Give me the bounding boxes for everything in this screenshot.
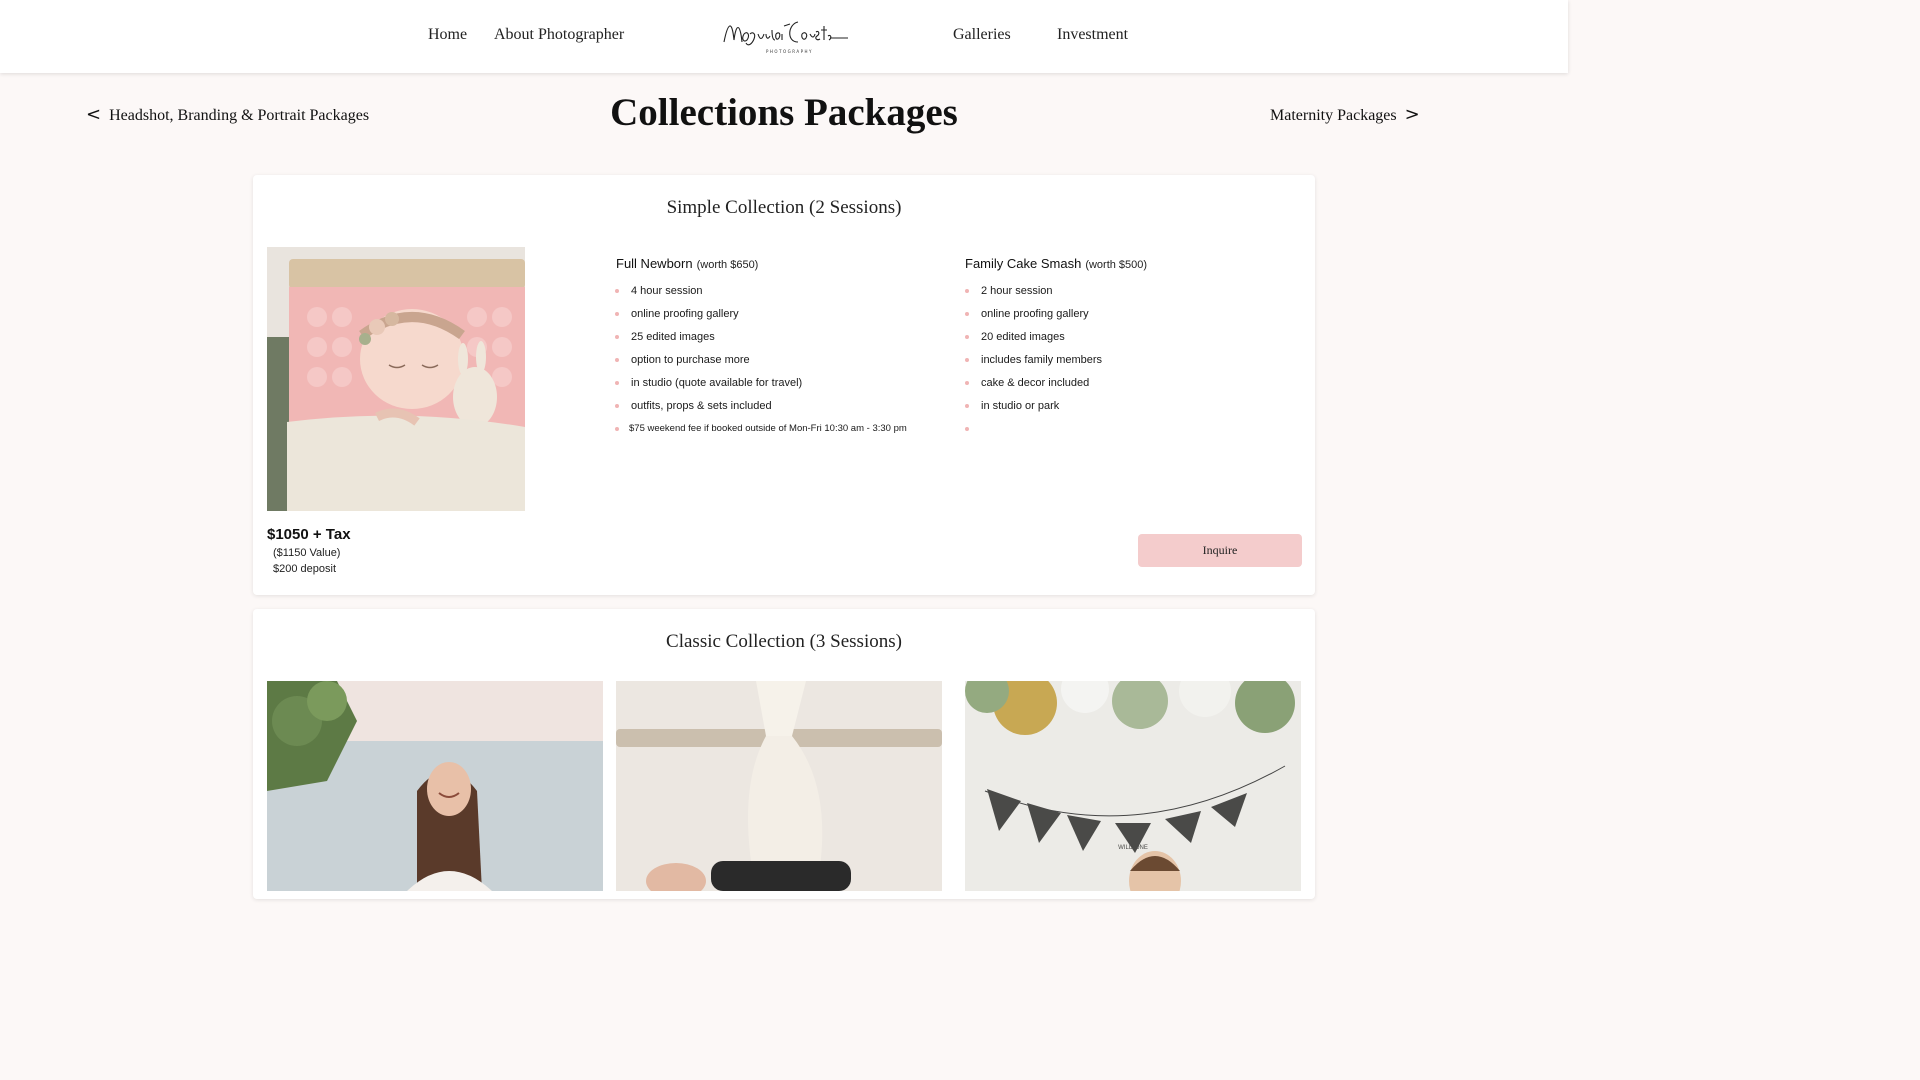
list-item bbox=[965, 422, 1102, 445]
site-header: Home About Photographer PHOTOGRAPHY Gall… bbox=[0, 0, 1568, 73]
nav-about-photographer[interactable]: About Photographer bbox=[494, 26, 624, 44]
list-item: 2 hour session bbox=[965, 284, 1102, 307]
cake-smash-worth: (worth $500) bbox=[1085, 259, 1148, 271]
cake-smash-heading: Family Cake Smash (worth $500) bbox=[965, 256, 1147, 271]
nav-galleries[interactable]: Galleries bbox=[953, 26, 1011, 44]
list-item: $75 weekend fee if booked outside of Mon… bbox=[615, 422, 907, 445]
logo-script: PHOTOGRAPHY bbox=[723, 21, 848, 54]
simple-value: ($1150 Value) bbox=[273, 547, 341, 559]
classic-collection-card: Classic Collection (3 Sessions) WILD ONE bbox=[253, 609, 1315, 899]
simple-collection-card: Simple Collection (2 Sessions) Full Newb… bbox=[253, 175, 1315, 595]
list-item: in studio or park bbox=[965, 399, 1102, 422]
cake-smash-name: Family Cake Smash bbox=[965, 256, 1082, 271]
classic-collection-title: Classic Collection (3 Sessions) bbox=[666, 631, 902, 652]
inquire-button[interactable]: Inquire bbox=[1138, 534, 1302, 567]
chevron-right-icon: > bbox=[1404, 104, 1420, 125]
full-newborn-name: Full Newborn bbox=[616, 256, 693, 271]
full-newborn-features: 4 hour session online proofing gallery 2… bbox=[615, 284, 907, 445]
simple-price: $1050 + Tax bbox=[267, 526, 351, 543]
maternity-photo bbox=[267, 681, 603, 891]
svg-text:WILD ONE: WILD ONE bbox=[1118, 845, 1148, 851]
list-item: online proofing gallery bbox=[965, 307, 1102, 330]
list-item: outfits, props & sets included bbox=[615, 399, 907, 422]
newborn-photo bbox=[267, 247, 525, 511]
brand-logo[interactable]: PHOTOGRAPHY bbox=[718, 12, 850, 58]
nav-investment[interactable]: Investment bbox=[1057, 26, 1128, 44]
next-package-label: Maternity Packages bbox=[1270, 107, 1397, 124]
wild-one-cake-smash-photo: WILD ONE bbox=[965, 681, 1301, 891]
simple-collection-title: Simple Collection (2 Sessions) bbox=[666, 197, 902, 218]
nav-home[interactable]: Home bbox=[428, 26, 467, 44]
list-item: 25 edited images bbox=[615, 330, 907, 353]
list-item: includes family members bbox=[965, 353, 1102, 376]
full-newborn-worth: (worth $650) bbox=[696, 259, 759, 271]
list-item: 4 hour session bbox=[615, 284, 907, 307]
list-item: online proofing gallery bbox=[615, 307, 907, 330]
cake-smash-features: 2 hour session online proofing gallery 2… bbox=[965, 284, 1102, 445]
next-package-link[interactable]: Maternity Packages > bbox=[1270, 104, 1420, 125]
svg-text:PHOTOGRAPHY: PHOTOGRAPHY bbox=[766, 49, 813, 54]
newborn-hanging-photo bbox=[616, 681, 942, 891]
list-item: option to purchase more bbox=[615, 353, 907, 376]
simple-deposit: $200 deposit bbox=[273, 563, 336, 575]
list-item: cake & decor included bbox=[965, 376, 1102, 399]
full-newborn-heading: Full Newborn (worth $650) bbox=[616, 256, 758, 271]
list-item: 20 edited images bbox=[965, 330, 1102, 353]
list-item: in studio (quote available for travel) bbox=[615, 376, 907, 399]
